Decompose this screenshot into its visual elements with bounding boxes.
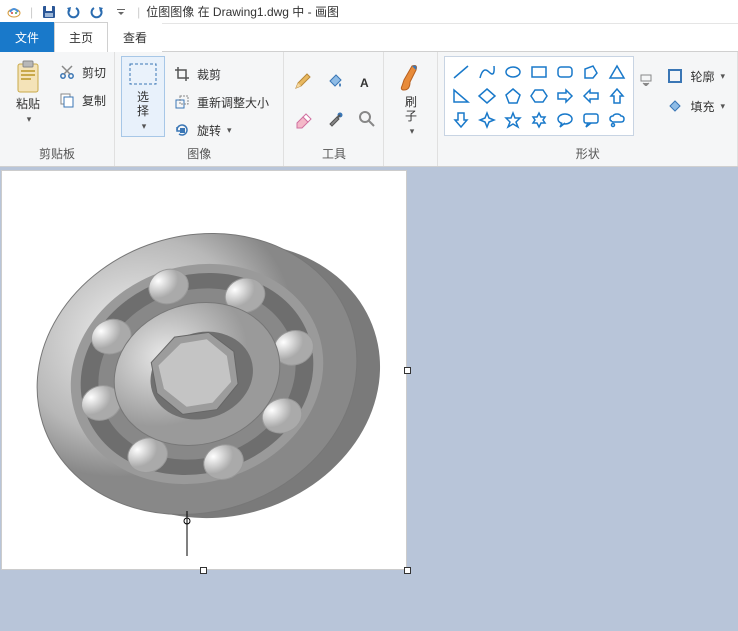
shape-arrow-left[interactable] [579,85,603,107]
shape-right-triangle[interactable] [449,85,473,107]
shape-diamond[interactable] [475,85,499,107]
titlebar: | | 位图图像 在 Drawing1.dwg 中 - 画图 [0,0,738,24]
chevron-down-icon: ▾ [720,101,725,112]
pencil-tool[interactable] [292,70,314,92]
shape-line[interactable] [449,61,473,83]
group-clipboard-label: 剪贴板 [6,143,108,164]
chevron-down-icon: ▾ [227,125,232,136]
shape-triangle[interactable] [605,61,629,83]
tab-view[interactable]: 查看 [108,22,162,52]
shape-roundrect[interactable] [553,61,577,83]
redo-icon[interactable] [87,2,107,22]
crop-button[interactable]: 裁剪 [169,62,271,86]
fill-tool[interactable] [324,70,346,92]
shape-star6[interactable] [527,109,551,131]
bearing-image [22,179,382,559]
shape-arrow-down[interactable] [449,109,473,131]
outline-icon [664,65,686,87]
svg-text:A: A [360,76,369,90]
title-separator: | [137,5,140,19]
copy-button[interactable]: 复制 [54,88,108,112]
group-clipboard: 粘贴 ▾ 剪切 复制 剪贴板 [0,52,115,166]
group-brushes-label [390,160,431,164]
crop-label: 裁剪 [197,66,221,83]
canvas-page[interactable] [2,171,406,569]
scissors-icon [56,61,78,83]
group-shapes-label: 形状 [444,143,731,164]
crop-icon [171,63,193,85]
magnifier-tool[interactable] [356,108,378,130]
text-cursor [172,511,202,561]
copy-icon [56,89,78,111]
tab-home[interactable]: 主页 [54,22,108,52]
shape-arrow-up[interactable] [605,85,629,107]
shape-curve[interactable] [475,61,499,83]
shape-fill-button[interactable]: 填充 ▾ [662,94,727,118]
group-tools-label: 工具 [290,143,377,164]
resize-label: 重新调整大小 [197,94,269,111]
rotate-button[interactable]: 旋转 ▾ [169,118,271,142]
chevron-down-icon: ▾ [27,114,32,125]
shape-gallery[interactable] [444,56,634,136]
rotate-label: 旋转 [197,122,221,139]
shape-rect[interactable] [527,61,551,83]
undo-icon[interactable] [63,2,83,22]
group-tools: A 工具 [284,52,384,166]
shape-gallery-expand[interactable] [640,74,652,89]
ribbon: 粘贴 ▾ 剪切 复制 剪贴板 [0,52,738,167]
brush-label: 刷 子 [405,96,417,124]
chevron-down-icon: ▾ [720,71,725,82]
resize-handle-corner[interactable] [404,567,411,574]
shape-outline-button[interactable]: 轮廓 ▾ [662,64,727,88]
shape-polygon[interactable] [579,61,603,83]
paste-label: 粘贴 [16,98,40,112]
rotate-icon [171,119,193,141]
brush-button[interactable]: 刷 子 ▾ [390,56,431,141]
resize-button[interactable]: 重新调整大小 [169,90,271,114]
chevron-down-icon: ▾ [142,121,147,132]
group-image: 选 择 ▾ 裁剪 重新调整大小 [115,52,284,166]
shape-callout-cloud[interactable] [605,109,629,131]
window-title: 位图图像 在 Drawing1.dwg 中 - 画图 [146,3,339,20]
select-label: 选 择 [137,91,149,119]
shape-star4[interactable] [475,109,499,131]
group-shapes: 轮廓 ▾ 填充 ▾ 形状 [438,52,738,166]
cut-button[interactable]: 剪切 [54,60,108,84]
qat-separator: | [30,5,33,19]
shape-callout-round[interactable] [553,109,577,131]
resize-handle-bottom[interactable] [200,567,207,574]
fill-label: 填充 [690,98,714,115]
group-image-label: 图像 [121,143,277,164]
cut-label: 剪切 [82,64,106,81]
shape-callout-rect[interactable] [579,109,603,131]
fill-icon [664,95,686,117]
qat-customize-dropdown[interactable] [111,2,131,22]
outline-label: 轮廓 [690,68,714,85]
group-brushes: 刷 子 ▾ [384,52,438,166]
color-picker-tool[interactable] [324,108,346,130]
ribbon-tabbar: 文件 主页 查看 [0,24,738,52]
resize-handle-right[interactable] [404,367,411,374]
paste-button[interactable]: 粘贴 ▾ [6,56,50,129]
select-button[interactable]: 选 择 ▾ [121,56,165,137]
tab-file[interactable]: 文件 [0,22,54,52]
chevron-down-icon: ▾ [410,126,415,137]
save-icon[interactable] [39,2,59,22]
text-tool[interactable]: A [356,70,378,92]
app-icon [4,2,24,22]
eraser-tool[interactable] [292,108,314,130]
canvas-area[interactable] [0,167,738,631]
shape-arrow-right[interactable] [553,85,577,107]
copy-label: 复制 [82,92,106,109]
shape-oval[interactable] [501,61,525,83]
resize-icon [171,91,193,113]
shape-star5[interactable] [501,109,525,131]
shape-pentagon[interactable] [501,85,525,107]
shape-hexagon[interactable] [527,85,551,107]
